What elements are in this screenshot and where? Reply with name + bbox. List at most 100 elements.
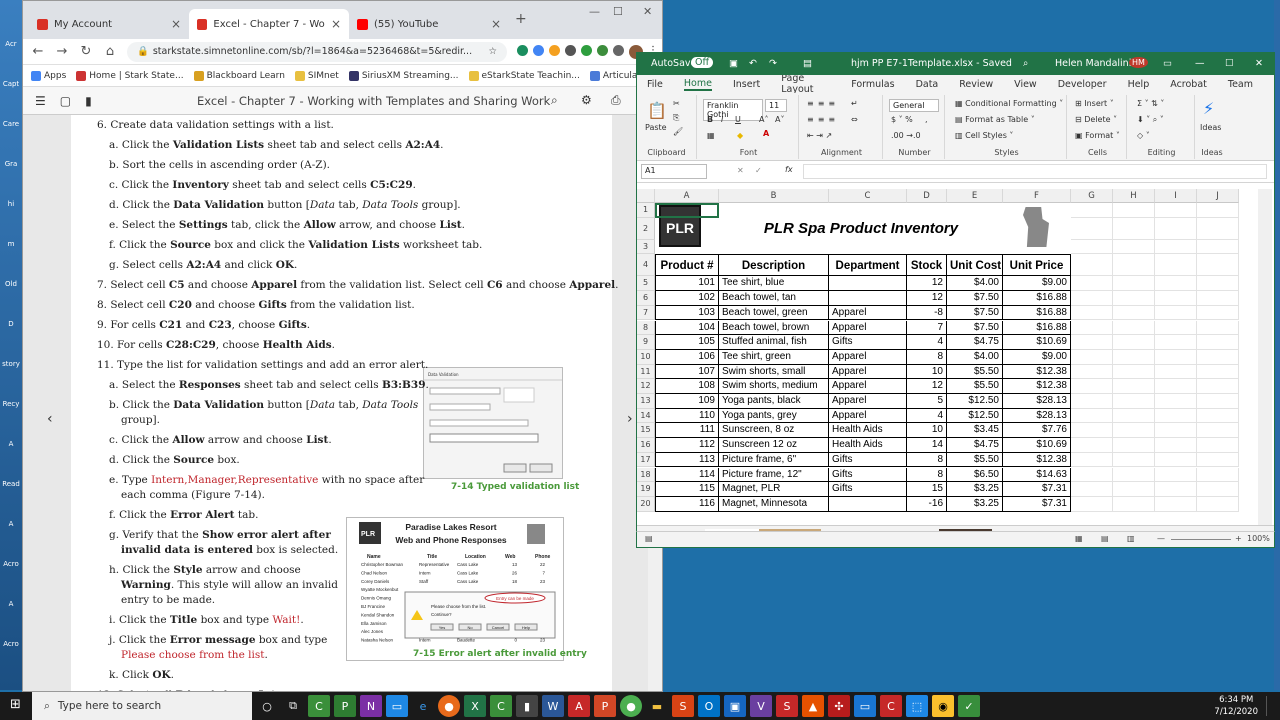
empty-cell[interactable] [1071, 423, 1113, 439]
forward-icon[interactable]: → [55, 44, 69, 59]
app-icon[interactable]: C [490, 695, 512, 717]
decimal-icons[interactable]: .00 →.0 [891, 131, 921, 140]
row-header[interactable]: 3 [637, 239, 655, 255]
empty-cell[interactable] [1155, 335, 1197, 350]
table-cell[interactable]: Tee shirt, green [719, 349, 829, 365]
table-cell[interactable]: 14 [907, 438, 947, 453]
app-icon[interactable]: ▭ [854, 695, 876, 717]
row-header[interactable]: 8 [637, 320, 655, 336]
row-header[interactable]: 4 [637, 254, 655, 277]
empty-cell[interactable] [1071, 364, 1113, 380]
table-cell[interactable]: 107 [655, 364, 719, 380]
empty-cell[interactable] [1071, 452, 1113, 468]
table-cell[interactable]: 7 [907, 320, 947, 336]
table-cell[interactable]: $7.31 [1003, 482, 1071, 497]
table-cell[interactable]: 10 [907, 364, 947, 380]
extension-icon[interactable] [597, 44, 608, 56]
tab-my-account[interactable]: My Account × [29, 9, 189, 39]
empty-cell[interactable] [1113, 438, 1155, 453]
empty-cell[interactable] [1155, 423, 1197, 439]
cancel-icon[interactable]: ✕ [737, 166, 744, 175]
table-cell[interactable]: $12.50 [947, 408, 1003, 424]
table-cell[interactable]: 105 [655, 335, 719, 350]
column-header[interactable]: J [1197, 189, 1239, 203]
project-icon[interactable]: P [334, 695, 356, 717]
empty-cell[interactable] [1197, 482, 1239, 497]
app-icon[interactable]: S [672, 695, 694, 717]
table-cell[interactable]: Apparel [829, 320, 907, 336]
reload-icon[interactable]: ↻ [79, 44, 93, 59]
zoom-slider[interactable] [1171, 539, 1231, 540]
table-cell[interactable]: Sunscreen 12 oz [719, 438, 829, 453]
table-cell[interactable]: $12.38 [1003, 452, 1071, 468]
table-cell[interactable]: Gifts [829, 452, 907, 468]
row-header[interactable]: 14 [637, 408, 655, 424]
table-cell[interactable]: 15 [907, 482, 947, 497]
extension-icon[interactable] [581, 44, 592, 56]
table-cell[interactable]: Swim shorts, medium [719, 379, 829, 394]
table-cell[interactable]: $7.50 [947, 291, 1003, 306]
ribbon-tab-page-layout[interactable]: Page Layout [781, 73, 830, 95]
horizontal-align-icons[interactable]: ≡≡≡ [807, 115, 839, 124]
table-cell[interactable]: 106 [655, 349, 719, 365]
word-icon[interactable]: W [542, 695, 564, 717]
empty-cell[interactable] [1155, 364, 1197, 380]
table-cell[interactable]: $12.50 [947, 394, 1003, 409]
table-cell[interactable]: 109 [655, 394, 719, 409]
table-cell[interactable]: 111 [655, 423, 719, 439]
row-header[interactable]: 6 [637, 291, 655, 306]
table-cell[interactable]: $16.88 [1003, 305, 1071, 321]
table-cell[interactable]: 4 [907, 408, 947, 424]
undo-icon[interactable]: ↶ [749, 58, 757, 69]
empty-cell[interactable] [1155, 320, 1197, 336]
table-cell[interactable]: Health Aids [829, 423, 907, 439]
name-box[interactable]: A1 [641, 164, 707, 179]
maximize-button[interactable]: ☐ [613, 5, 623, 18]
search-icon[interactable]: ⌕ [1023, 58, 1028, 69]
table-cell[interactable]: Apparel [829, 305, 907, 321]
qat-icon[interactable]: ▤ [803, 58, 812, 69]
empty-cell[interactable] [1071, 291, 1113, 306]
table-cell[interactable]: 8 [907, 452, 947, 468]
table-cell[interactable]: $6.50 [947, 467, 1003, 483]
minimize-button[interactable]: — [1195, 58, 1205, 69]
empty-cell[interactable] [1113, 452, 1155, 468]
star-icon[interactable]: ☆ [488, 46, 497, 57]
empty-cell[interactable] [1197, 203, 1239, 218]
empty-cell[interactable] [1197, 335, 1239, 350]
url-field[interactable]: 🔒 starkstate.simnetonline.com/sb/?l=1864… [127, 41, 507, 62]
conditional-formatting-button[interactable]: ▦ Conditional Formatting ˅ [955, 99, 1063, 108]
table-cell[interactable]: 5 [907, 394, 947, 409]
empty-cell[interactable] [1197, 423, 1239, 439]
ideas-button[interactable]: Ideas [1200, 123, 1221, 132]
vertical-scrollbar[interactable] [1258, 189, 1272, 525]
table-cell[interactable]: Gifts [829, 482, 907, 497]
table-cell[interactable]: $16.88 [1003, 320, 1071, 336]
table-cell[interactable]: $28.13 [1003, 408, 1071, 424]
page-layout-icon[interactable]: ▤ [1101, 534, 1109, 543]
folder-icon[interactable]: ▬ [646, 695, 668, 717]
empty-cell[interactable] [1197, 276, 1239, 292]
fill-icon[interactable]: ⬇ ˅ ⌕ ˅ [1137, 115, 1164, 125]
empty-cell[interactable] [1155, 239, 1197, 255]
desktop-icon[interactable]: Acr [0, 40, 22, 80]
format-cells-button[interactable]: ▣ Format ˅ [1075, 131, 1120, 140]
table-cell[interactable]: 112 [655, 438, 719, 453]
user-avatar[interactable]: HM [1129, 57, 1148, 68]
table-cell[interactable]: 101 [655, 276, 719, 292]
empty-cell[interactable] [1197, 394, 1239, 409]
desktop-icon[interactable]: m [0, 240, 22, 280]
empty-cell[interactable] [1197, 408, 1239, 424]
bold-button[interactable]: B [707, 115, 713, 124]
empty-cell[interactable] [1155, 305, 1197, 321]
table-cell[interactable]: $14.63 [1003, 467, 1071, 483]
empty-cell[interactable] [1155, 276, 1197, 292]
fx-icon[interactable]: fx [785, 165, 793, 174]
ribbon-tab-insert[interactable]: Insert [733, 79, 760, 90]
table-cell[interactable]: 12 [907, 379, 947, 394]
table-cell[interactable]: $4.75 [947, 438, 1003, 453]
table-cell[interactable]: $5.50 [947, 452, 1003, 468]
task-view-icon[interactable]: ⧉ [282, 695, 304, 717]
empty-cell[interactable] [1155, 408, 1197, 424]
empty-cell[interactable] [1155, 379, 1197, 394]
